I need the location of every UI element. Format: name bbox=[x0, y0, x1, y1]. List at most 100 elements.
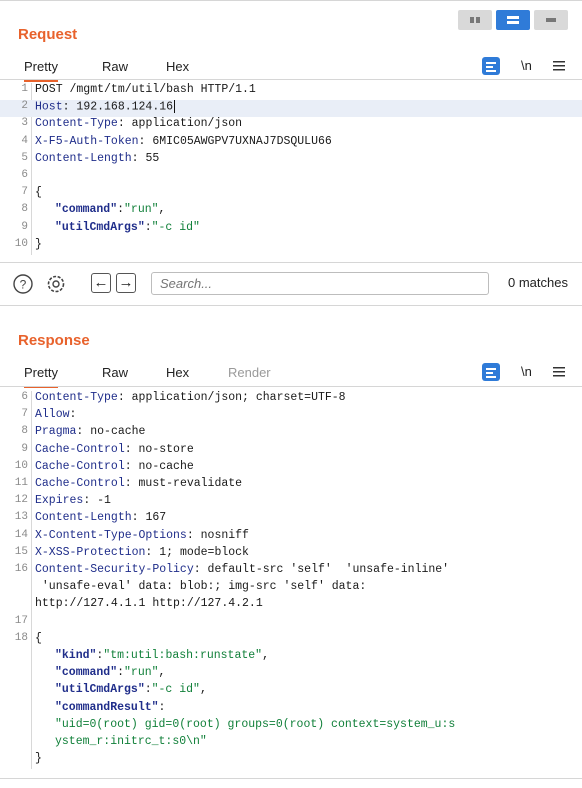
header-value: no-cache bbox=[138, 459, 194, 473]
layout-tabs-button[interactable] bbox=[534, 10, 568, 30]
request-tab-hex[interactable]: Hex bbox=[166, 59, 189, 80]
layout-stacked-button[interactable] bbox=[496, 10, 530, 30]
response-tabbar: Pretty Raw Hex Render \n bbox=[14, 361, 582, 388]
json-string: ystem_r:initrc_t:s0\n" bbox=[55, 735, 207, 748]
code-line: 8 Pragma: no-cache bbox=[0, 425, 582, 442]
header-value: must-revalidate bbox=[138, 477, 243, 490]
line-text: Expires: -1 bbox=[35, 494, 111, 508]
json-key: "kind" bbox=[55, 649, 97, 662]
header-name: Content-Type bbox=[35, 391, 118, 404]
header-name: Content-Length bbox=[35, 151, 132, 165]
request-newline-toggle[interactable]: \n bbox=[521, 58, 532, 73]
header-name: Host bbox=[35, 100, 63, 114]
code-line: 9 Cache-Control: no-store bbox=[0, 443, 582, 460]
line-text: { bbox=[35, 186, 42, 199]
header-value: POST /mgmt/tm/util/bash HTTP/1.1 bbox=[35, 83, 256, 96]
response-tab-raw[interactable]: Raw bbox=[102, 365, 128, 386]
line-text: { bbox=[35, 632, 42, 645]
header-value: no-store bbox=[138, 442, 194, 456]
header-value: { bbox=[35, 186, 42, 200]
request-tab-raw[interactable]: Raw bbox=[102, 59, 128, 80]
response-tab-render[interactable]: Render bbox=[228, 365, 271, 386]
code-line: 9 "utilCmdArgs":"-c id" bbox=[0, 221, 582, 238]
header-name: Pragma bbox=[35, 425, 77, 439]
code-line: 12 Expires: -1 bbox=[0, 494, 582, 511]
header-value: { bbox=[35, 631, 42, 645]
response-pretty-toggle-icon[interactable] bbox=[482, 363, 500, 386]
json-key: "utilCmdArgs" bbox=[55, 220, 145, 234]
code-line: } bbox=[0, 752, 582, 769]
header-value: nosniff bbox=[200, 528, 249, 542]
header-value: 'unsafe-eval' data: blob:; img-src 'self… bbox=[35, 580, 367, 594]
line-text: Cache-Control: no-store bbox=[35, 442, 194, 456]
line-text: "commandResult": bbox=[55, 700, 166, 714]
line-text: "utilCmdArgs":"-c id" bbox=[55, 220, 200, 234]
code-line: 6 bbox=[0, 169, 582, 186]
header-name: Cache-Control bbox=[35, 477, 125, 490]
response-tab-hex[interactable]: Hex bbox=[166, 365, 189, 386]
response-editor[interactable]: 6 Content-Type: application/json; charset… bbox=[0, 391, 582, 778]
request-tab-divider bbox=[0, 79, 582, 80]
header-name: X-XSS-Protection bbox=[35, 545, 146, 559]
line-text: X-F5-Auth-Token: 6MIC05AWGPV7UXNAJ7DSQUL… bbox=[35, 134, 332, 148]
line-text: Cache-Control: no-cache bbox=[35, 459, 194, 473]
code-line: 14 X-Content-Type-Options: nosniff bbox=[0, 529, 582, 546]
search-input[interactable] bbox=[151, 272, 489, 295]
help-icon[interactable]: ? bbox=[12, 273, 34, 295]
request-menu-icon[interactable] bbox=[552, 59, 566, 78]
code-line: 17 bbox=[0, 615, 582, 632]
header-value: } bbox=[35, 237, 42, 251]
search-next-button[interactable]: → bbox=[116, 273, 136, 293]
code-line: "command":"run", bbox=[0, 666, 582, 683]
line-text: "command":"run", bbox=[55, 666, 166, 680]
settings-gear-icon[interactable] bbox=[45, 273, 67, 295]
code-line: 4 X-F5-Auth-Token: 6MIC05AWGPV7UXNAJ7DSQU… bbox=[0, 135, 582, 152]
code-line: 16 Content-Security-Policy: default-src '… bbox=[0, 563, 582, 580]
line-number: 6 bbox=[21, 169, 28, 181]
header-value: } bbox=[35, 752, 42, 766]
code-line: 10} bbox=[0, 238, 582, 255]
line-text: X-Content-Type-Options: nosniff bbox=[35, 528, 249, 542]
search-previous-button[interactable]: ← bbox=[91, 273, 111, 293]
header-name: Content-Length bbox=[35, 511, 132, 525]
line-text: POST /mgmt/tm/util/bash HTTP/1.1 bbox=[35, 83, 256, 96]
line-number: 14 bbox=[14, 528, 28, 541]
code-line: 15 X-XSS-Protection: 1; mode=block bbox=[0, 546, 582, 563]
layout-toggle-group bbox=[450, 10, 570, 32]
code-line: "uid=0(root) gid=0(root) groups=0(root) … bbox=[0, 718, 582, 735]
request-editor[interactable]: 1 POST /mgmt/tm/util/bash HTTP/1.1 2 Host: … bbox=[0, 83, 582, 258]
line-text: } bbox=[35, 238, 42, 251]
response-title: Response bbox=[18, 332, 90, 349]
line-number: 16 bbox=[14, 563, 28, 575]
json-string: "-c id" bbox=[151, 220, 200, 234]
response-newline-toggle[interactable]: \n bbox=[521, 364, 532, 379]
svg-text:?: ? bbox=[20, 278, 27, 292]
header-name: Expires bbox=[35, 494, 84, 508]
line-number: 10 bbox=[14, 237, 28, 250]
code-line: 3 Content-Type: application/json bbox=[0, 117, 582, 134]
header-value: 167 bbox=[145, 511, 167, 525]
header-name: Cache-Control bbox=[35, 442, 125, 456]
header-name: Allow bbox=[35, 408, 70, 422]
request-tabbar: Pretty Raw Hex \n bbox=[14, 55, 582, 82]
code-line: 7{ bbox=[0, 186, 582, 203]
line-text: Pragma: no-cache bbox=[35, 425, 146, 439]
response-menu-icon[interactable] bbox=[552, 365, 566, 384]
request-pretty-toggle-icon[interactable] bbox=[482, 57, 500, 80]
header-value: -1 bbox=[97, 494, 111, 508]
layout-side-by-side-button[interactable] bbox=[458, 10, 492, 30]
line-text: Content-Type: application/json bbox=[35, 117, 243, 131]
header-value: 55 bbox=[145, 151, 160, 165]
json-string: "-c id" bbox=[151, 683, 200, 697]
line-text: ystem_r:initrc_t:s0\n" bbox=[55, 735, 207, 748]
json-string: "run" bbox=[124, 203, 159, 217]
code-line: 1 POST /mgmt/tm/util/bash HTTP/1.1 bbox=[0, 83, 582, 100]
line-number: 9 bbox=[21, 442, 28, 455]
response-tab-pretty[interactable]: Pretty bbox=[24, 365, 58, 388]
header-name: Content-Type bbox=[35, 117, 118, 131]
line-number: 5 bbox=[21, 151, 28, 164]
line-text: Cache-Control: must-revalidate bbox=[35, 477, 243, 490]
header-value: 6MIC05AWGPV7UXNAJ7DSQULU66 bbox=[152, 134, 332, 148]
json-key: "command" bbox=[55, 666, 118, 680]
search-bar: ? ← → 0 matches bbox=[0, 262, 582, 306]
